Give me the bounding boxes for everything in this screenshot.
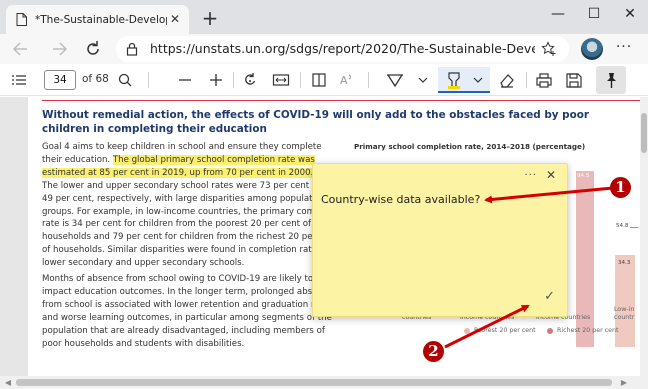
zoom-in-icon[interactable] xyxy=(205,70,227,90)
favorites-star-icon[interactable] xyxy=(541,41,557,57)
text-line: from school is associated with lower ret… xyxy=(42,299,333,310)
paragraph: Goal 4 aims to keep children in school a… xyxy=(42,141,345,270)
toolbar-divider xyxy=(526,72,527,88)
horizontal-scroll-thumb[interactable] xyxy=(16,379,612,386)
close-window-button[interactable]: ✕ xyxy=(612,2,648,28)
chart-tick xyxy=(630,227,638,228)
text-line: The lower and upper secondary school rat… xyxy=(42,180,332,193)
contents-icon[interactable] xyxy=(8,70,30,90)
back-icon[interactable] xyxy=(10,39,32,59)
legend-swatch xyxy=(547,328,553,334)
text-line: and worse learning outcomes, in particul… xyxy=(42,312,332,323)
text-run: lower secondary and upper secondary scho… xyxy=(42,258,245,269)
highlight-options-chevron-icon[interactable] xyxy=(467,70,489,90)
paragraph: Months of absence from school owing to C… xyxy=(42,273,333,350)
text-line: groups. For example, in low-income count… xyxy=(42,206,345,219)
text-line: estimated at 85 per cent in 2019, up fro… xyxy=(42,167,332,180)
document-icon xyxy=(16,13,27,26)
horizontal-scrollbar[interactable]: ◀ ▶ xyxy=(0,376,648,389)
title-bar: *The-Sustainable-Development- ✕ + — ☐ ✕ xyxy=(0,0,648,34)
note-close-button[interactable]: ✕ xyxy=(546,168,556,182)
zoom-out-icon[interactable] xyxy=(174,70,196,90)
text-line: Goal 4 aims to keep children in school a… xyxy=(42,141,332,154)
note-confirm-button[interactable]: ✓ xyxy=(544,289,555,304)
text-run: The lower and upper secondary school rat… xyxy=(42,180,329,191)
navigation-bar: https://unstats.un.org/sdgs/report/2020/… xyxy=(0,34,648,64)
pin-icon[interactable] xyxy=(600,70,622,90)
pdf-toolbar: 34 of 68 A xyxy=(0,64,648,96)
draw-icon[interactable] xyxy=(384,70,406,90)
note-text-input[interactable]: Country-wise data available? xyxy=(321,193,480,206)
rotate-icon[interactable] xyxy=(239,70,261,90)
text-line: 49 per cent, respectively, with large di… xyxy=(42,193,332,206)
text-line: population that are already disadvantage… xyxy=(42,325,325,336)
text-line: Months of absence from school owing to C… xyxy=(42,274,314,285)
legend-swatch xyxy=(464,328,470,334)
text-run: 49 per cent, respectively, with large di… xyxy=(42,193,326,204)
vertical-scroll-thumb[interactable] xyxy=(641,113,647,153)
text-line: impact education outcomes. In the longer… xyxy=(42,286,333,297)
print-icon[interactable] xyxy=(533,70,555,90)
minimize-button[interactable]: — xyxy=(540,2,576,28)
note-more-options-button[interactable]: ··· xyxy=(524,170,537,181)
save-icon[interactable] xyxy=(563,70,585,90)
text-run: households and 79 per cent for children … xyxy=(42,232,338,243)
scroll-left-icon[interactable]: ◀ xyxy=(2,377,14,388)
toolbar-divider xyxy=(368,72,369,88)
profile-avatar[interactable] xyxy=(581,38,603,60)
chart-data-label: 34.3 xyxy=(618,260,631,266)
browser-tab[interactable]: *The-Sustainable-Development- ✕ xyxy=(6,5,189,34)
text-run: Goal 4 aims to keep children in school a… xyxy=(42,142,322,152)
legend-label: Poorest 20 per cent xyxy=(474,327,536,334)
refresh-icon[interactable] xyxy=(82,39,104,59)
text-line: rate is 34 per cent for children from th… xyxy=(42,218,332,231)
legend-label: Richest 20 per cent xyxy=(557,327,619,334)
tab-close-icon[interactable]: ✕ xyxy=(170,13,180,25)
maximize-button[interactable]: ☐ xyxy=(576,2,612,28)
highlighted-text[interactable]: The global primary school completion rat… xyxy=(112,154,315,165)
text-line: lower secondary and upper secondary scho… xyxy=(42,257,332,270)
annotation-marker-1: 1 xyxy=(610,177,631,198)
text-line: poor households and students with disabi… xyxy=(42,338,245,349)
highlighted-text[interactable]: estimated at 85 per cent in 2019, up fro… xyxy=(42,167,314,178)
text-run: rate is 34 per cent for children from th… xyxy=(42,219,312,230)
toolbar-divider xyxy=(148,72,149,88)
url-text[interactable]: https://unstats.un.org/sdgs/report/2020/… xyxy=(150,41,535,56)
header-rule xyxy=(42,100,640,101)
page-count-label: of 68 xyxy=(82,73,109,85)
toolbar-divider xyxy=(300,72,301,88)
fit-page-icon[interactable] xyxy=(270,70,292,90)
draw-options-chevron-icon[interactable] xyxy=(412,70,434,90)
read-aloud-icon[interactable]: A xyxy=(336,70,358,90)
text-run: of households. Similar disparities were … xyxy=(42,245,336,256)
forward-icon[interactable] xyxy=(48,39,70,59)
comment-note[interactable]: ··· ✕ Country-wise data available? ✓ xyxy=(312,163,568,317)
text-run: their education. xyxy=(42,154,113,165)
vertical-scrollbar[interactable] xyxy=(640,97,648,376)
more-options-button[interactable]: ··· xyxy=(612,39,636,59)
scroll-right-icon[interactable]: ▶ xyxy=(618,377,630,388)
tab-title: *The-Sustainable-Development- xyxy=(35,13,167,26)
annotation-marker-2: 2 xyxy=(423,341,444,362)
text-run: groups. For example, in low-income count… xyxy=(42,206,345,217)
text-line: households and 79 per cent for children … xyxy=(42,231,338,244)
section-heading: Without remedial action, the effects of … xyxy=(42,109,589,135)
chart-category-label: Low-in countr xyxy=(614,306,635,321)
toolbar-divider xyxy=(233,72,234,88)
new-tab-button[interactable]: + xyxy=(198,6,222,30)
chart-data-label: 94.5 xyxy=(577,173,590,179)
text-line: of households. Similar disparities were … xyxy=(42,244,336,257)
address-bar[interactable]: https://unstats.un.org/sdgs/report/2020/… xyxy=(116,36,569,62)
page-view-icon[interactable] xyxy=(308,70,330,90)
page-number-input[interactable]: 34 xyxy=(44,70,76,90)
svg-text:A: A xyxy=(340,74,348,87)
highlight-icon[interactable] xyxy=(443,70,465,90)
chart-data-label: 54.8 xyxy=(616,223,629,229)
chart-title: Primary school completion rate, 2014–201… xyxy=(354,142,586,151)
body-text[interactable]: Goal 4 aims to keep children in school a… xyxy=(42,141,345,354)
text-line: their education. The global primary scho… xyxy=(42,154,332,167)
lock-icon[interactable] xyxy=(126,42,138,56)
erase-icon[interactable] xyxy=(495,70,517,90)
search-icon[interactable] xyxy=(114,70,136,90)
